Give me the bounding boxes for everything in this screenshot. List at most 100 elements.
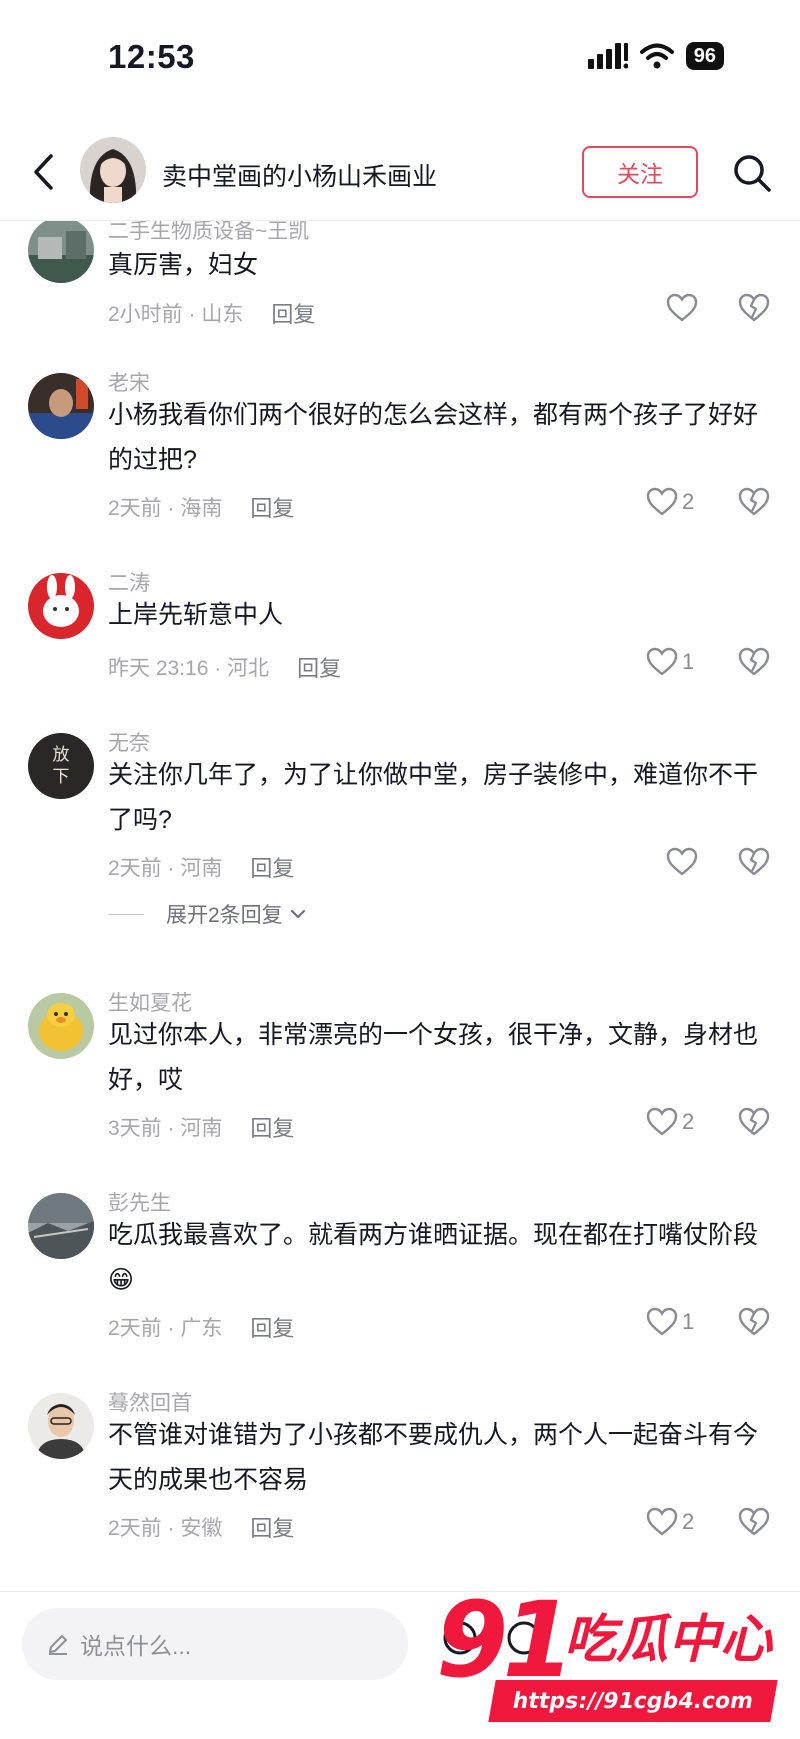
reply-button[interactable]: 回复 xyxy=(297,651,341,683)
comment-avatar[interactable] xyxy=(28,1393,94,1459)
like-count: 1 xyxy=(682,649,695,674)
profile-avatar[interactable] xyxy=(80,137,146,203)
comment-list: 二手生物质设备~王凯 真厉害，妇女 2小时前 · 山东 回复 老宋 小杨我看你们… xyxy=(0,221,800,1591)
heart-icon xyxy=(666,293,698,322)
like-count: 2 xyxy=(682,1109,695,1134)
signal-icon xyxy=(587,43,628,69)
comment-input-bar: 说点什么... xyxy=(0,1591,800,1739)
emoji-icon[interactable] xyxy=(504,1618,544,1658)
dislike-button[interactable] xyxy=(738,647,770,682)
broken-heart-icon xyxy=(738,847,770,876)
broken-heart-icon xyxy=(738,293,770,322)
bottom-action-icons xyxy=(440,1618,544,1658)
reply-button[interactable]: 回复 xyxy=(250,491,294,523)
comment-meta: 2小时前 · 山东 回复 xyxy=(108,297,315,329)
like-count: 2 xyxy=(682,489,695,514)
comment-meta: 2天前 · 海南 回复 xyxy=(108,491,294,523)
heart-icon xyxy=(646,647,678,676)
broken-heart-icon xyxy=(738,1107,770,1136)
comment-text: 上岸先斩意中人 xyxy=(108,601,284,629)
comment-meta: 3天前 · 河南 回复 xyxy=(108,1111,294,1143)
comment-item: 放下 无奈 关注你几年了，为了让你做中堂，房子装修中，难道你不干了吗? 2天前 … xyxy=(0,727,800,947)
comment-item: 彭先生 吃瓜我最喜欢了。就看两方谁晒证据。现在都在打嘴仗阶段😁 2天前 · 广东… xyxy=(0,1187,800,1357)
avatar-text: 放下 xyxy=(52,745,70,787)
status-icons: 96 xyxy=(587,42,724,70)
search-icon xyxy=(734,155,771,192)
broken-heart-icon xyxy=(738,647,770,676)
chevron-left-icon xyxy=(34,154,53,190)
comment-time-location: 2天前 · 广东 xyxy=(108,1317,223,1340)
back-button[interactable] xyxy=(22,147,66,197)
comment-avatar[interactable]: 放下 xyxy=(28,733,94,799)
wifi-icon xyxy=(639,43,674,69)
like-count: 2 xyxy=(682,1509,695,1534)
comment-avatar[interactable] xyxy=(28,1193,94,1259)
broken-heart-icon xyxy=(738,1507,770,1536)
comment-avatar[interactable] xyxy=(28,373,94,439)
comment-time-location: 2天前 · 河南 xyxy=(108,857,223,880)
search-button[interactable] xyxy=(726,147,778,199)
heart-icon xyxy=(646,1507,678,1536)
reply-button[interactable]: 回复 xyxy=(250,1511,294,1543)
comment-input[interactable]: 说点什么... xyxy=(22,1608,408,1680)
comment-time-location: 昨天 23:16 · 河北 xyxy=(108,657,270,680)
reply-button[interactable]: 回复 xyxy=(271,297,315,329)
heart-icon xyxy=(646,1307,678,1336)
comment-item: 蓦然回首 不管谁对谁错为了小孩都不要成仇人，两个人一起奋斗有今天的成果也不容易 … xyxy=(0,1387,800,1557)
expand-replies-label: 展开2条回复 xyxy=(166,904,283,927)
comment-item: 二涛 上岸先斩意中人 昨天 23:16 · 河北 回复 1 xyxy=(0,567,800,697)
comment-text: 小杨我看你们两个很好的怎么会这样，都有两个孩子了好好的过把? xyxy=(108,401,759,474)
comment-avatar[interactable] xyxy=(28,221,94,283)
reply-button[interactable]: 回复 xyxy=(250,851,294,883)
comment-text: 吃瓜我最喜欢了。就看两方谁晒证据。现在都在打嘴仗阶段😁 xyxy=(108,1221,759,1294)
like-button[interactable]: 2 xyxy=(646,487,694,517)
dislike-button[interactable] xyxy=(738,487,770,522)
dislike-button[interactable] xyxy=(738,293,770,328)
follow-button[interactable]: 关注 xyxy=(582,146,698,198)
chevron-down-icon xyxy=(290,909,305,919)
broken-heart-icon xyxy=(738,487,770,516)
like-button[interactable] xyxy=(666,293,698,323)
dislike-button[interactable] xyxy=(738,847,770,882)
like-button[interactable]: 1 xyxy=(646,1307,694,1337)
comment-text: 见过你本人，非常漂亮的一个女孩，很干净，文静，身材也好，哎 xyxy=(108,1021,759,1094)
dislike-button[interactable] xyxy=(738,1107,770,1142)
like-button[interactable]: 2 xyxy=(646,1507,694,1537)
at-icon[interactable] xyxy=(440,1618,480,1658)
broken-heart-icon xyxy=(738,1307,770,1336)
heart-icon xyxy=(646,487,678,516)
comment-time-location: 2天前 · 安徽 xyxy=(108,1517,223,1540)
heart-icon xyxy=(666,847,698,876)
like-button[interactable] xyxy=(666,847,698,877)
comment-meta: 2天前 · 安徽 回复 xyxy=(108,1511,294,1543)
profile-name: 卖中堂画的小杨山禾画业 xyxy=(162,163,438,191)
profile-header: 卖中堂画的小杨山禾画业 关注 xyxy=(0,125,800,221)
comment-time-location: 3天前 · 河南 xyxy=(108,1117,223,1140)
comment-item: 二手生物质设备~王凯 真厉害，妇女 2小时前 · 山东 回复 xyxy=(0,221,800,328)
expand-replies-button[interactable]: 展开2条回复 xyxy=(108,899,307,929)
dislike-button[interactable] xyxy=(738,1507,770,1542)
comment-meta: 昨天 23:16 · 河北 回复 xyxy=(108,651,341,683)
status-bar: 12:53 96 xyxy=(0,0,800,120)
comment-time-location: 2小时前 · 山东 xyxy=(108,303,244,326)
comment-meta: 2天前 · 河南 回复 xyxy=(108,851,294,883)
comment-meta: 2天前 · 广东 回复 xyxy=(108,1311,294,1343)
dislike-button[interactable] xyxy=(738,1307,770,1342)
like-count: 1 xyxy=(682,1309,695,1334)
status-time: 12:53 xyxy=(108,38,195,75)
comment-avatar[interactable] xyxy=(28,993,94,1059)
expand-divider xyxy=(108,913,144,915)
heart-icon xyxy=(646,1107,678,1136)
comment-item: 老宋 小杨我看你们两个很好的怎么会这样，都有两个孩子了好好的过把? 2天前 · … xyxy=(0,367,800,537)
comment-text: 关注你几年了，为了让你做中堂，房子装修中，难道你不干了吗? xyxy=(108,761,759,834)
comment-item: 生如夏花 见过你本人，非常漂亮的一个女孩，很干净，文静，身材也好，哎 3天前 ·… xyxy=(0,987,800,1157)
battery-indicator: 96 xyxy=(685,42,724,70)
like-button[interactable]: 2 xyxy=(646,1107,694,1137)
comment-input-placeholder: 说点什么... xyxy=(80,1633,192,1659)
comment-avatar[interactable] xyxy=(28,573,94,639)
reply-button[interactable]: 回复 xyxy=(250,1111,294,1143)
comment-username[interactable]: 二手生物质设备~王凯 xyxy=(108,221,309,245)
like-button[interactable]: 1 xyxy=(646,647,694,677)
pencil-icon xyxy=(49,1635,67,1655)
reply-button[interactable]: 回复 xyxy=(250,1311,294,1343)
